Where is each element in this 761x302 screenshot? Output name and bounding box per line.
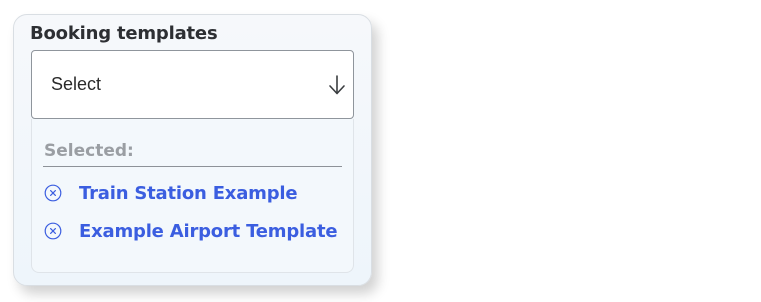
selected-item-label: Train Station Example bbox=[79, 182, 298, 204]
booking-templates-card: Booking templates Select Selected: Train… bbox=[13, 14, 372, 286]
arrow-down-icon bbox=[329, 75, 345, 95]
selected-item-label: Example Airport Template bbox=[79, 220, 338, 242]
remove-circle-icon[interactable] bbox=[44, 184, 62, 202]
booking-templates-select[interactable]: Select bbox=[31, 50, 354, 119]
remove-circle-icon[interactable] bbox=[44, 222, 62, 240]
booking-templates-title: Booking templates bbox=[30, 23, 218, 44]
selected-label: Selected: bbox=[44, 141, 134, 161]
selected-divider bbox=[43, 166, 342, 167]
select-value: Select bbox=[51, 74, 102, 94]
selected-panel: Selected: Train Station Example Example … bbox=[31, 119, 354, 273]
selected-item-train-station: Train Station Example bbox=[44, 181, 298, 205]
selected-item-airport: Example Airport Template bbox=[44, 219, 338, 243]
